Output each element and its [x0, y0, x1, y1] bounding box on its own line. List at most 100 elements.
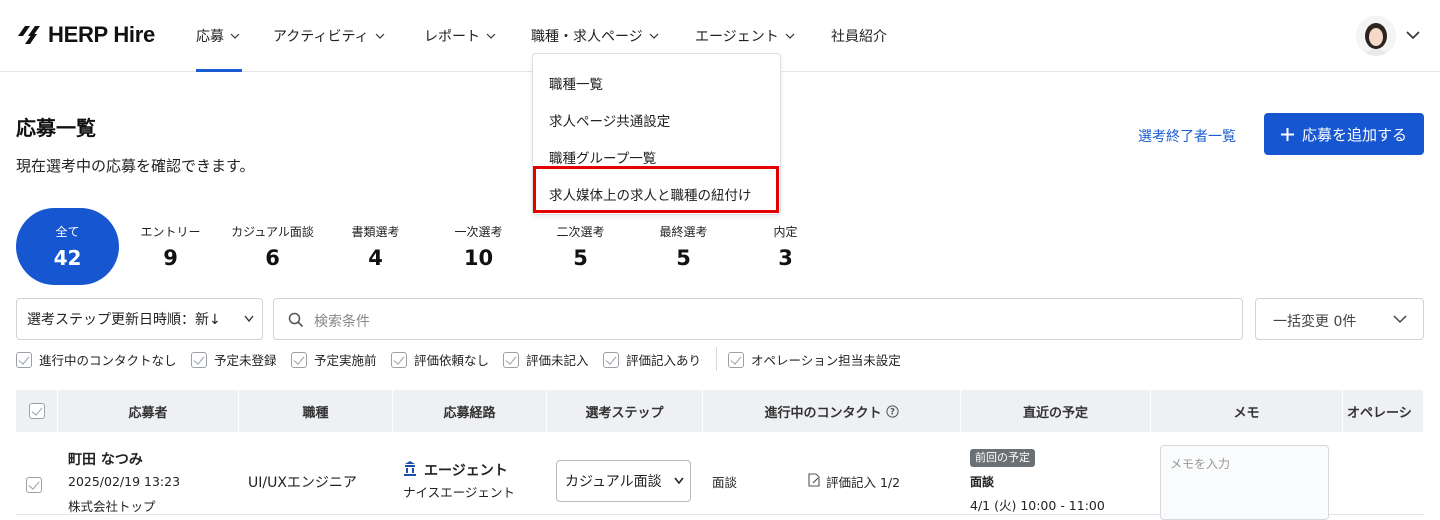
col-job[interactable]: 職種 [239, 390, 393, 432]
stage-second[interactable]: 二次選考 5 [529, 208, 632, 285]
job-name: UI/UXエンジニア [248, 475, 357, 491]
search-icon [288, 312, 304, 328]
divider [716, 347, 717, 371]
filter-label: 評価依頼なし [414, 353, 490, 368]
chevron-down-icon [674, 477, 684, 485]
filter-no-eval-request[interactable]: 評価依頼なし [391, 350, 489, 369]
stage-entry[interactable]: エントリー 9 [119, 208, 222, 285]
stage-count: 10 [463, 246, 494, 270]
bulk-change-select[interactable]: 一括変更 0件 [1255, 298, 1424, 340]
chevron-down-icon [1393, 315, 1407, 324]
agent-icon [404, 461, 416, 476]
chevron-down-icon [244, 315, 254, 323]
memo-input[interactable]: メモを入力 [1160, 445, 1329, 520]
nav-label: 職種・求人ページ [531, 29, 643, 45]
filter-label: 評価未記入 [526, 353, 589, 368]
herp-logo-icon [18, 26, 40, 44]
filter-eval-not-entered[interactable]: 評価未記入 [503, 350, 589, 369]
menu-item-job-page-settings[interactable]: 求人ページ共通設定 [549, 110, 670, 130]
sort-select[interactable]: 選考ステップ更新日時順：新↓ [16, 298, 263, 340]
account-chevron-icon[interactable] [1406, 30, 1420, 40]
filter-before-schedule[interactable]: 予定実施前 [291, 350, 377, 369]
stage-count: 5 [573, 246, 588, 270]
chevron-down-icon [230, 33, 240, 39]
stage-final[interactable]: 最終選考 5 [632, 208, 735, 285]
checkbox[interactable] [16, 351, 32, 368]
help-icon[interactable]: ? [885, 404, 899, 418]
checkbox[interactable] [728, 351, 744, 368]
checkbox[interactable] [191, 351, 207, 368]
nav-applications[interactable]: 応募 [196, 26, 240, 46]
select-all-cell [16, 390, 58, 432]
stage-count: 42 [53, 246, 82, 270]
checkbox[interactable] [391, 351, 407, 368]
stage-count: 9 [163, 246, 178, 270]
row-checkbox[interactable] [26, 477, 42, 493]
applicant-name[interactable]: 町田 なつみ [68, 449, 143, 469]
applicant-datetime: 2025/02/19 13:23 [68, 474, 181, 489]
svg-text:?: ? [890, 407, 895, 417]
col-route[interactable]: 応募経路 [393, 390, 547, 432]
chevron-down-icon [486, 33, 496, 39]
step-select[interactable]: カジュアル面談 [556, 460, 691, 502]
nav-activity[interactable]: アクティビティ [273, 26, 385, 46]
route-sub: ナイスエージェント [403, 485, 515, 500]
add-button-label: 応募を追加する [1301, 125, 1407, 144]
col-applicant[interactable]: 応募者 [58, 390, 239, 432]
select-all-checkbox[interactable] [28, 403, 45, 419]
app-logo[interactable]: HERP Hire [16, 22, 155, 48]
filter-no-operator[interactable]: オペレーション担当未設定 [728, 350, 901, 369]
stage-count: 4 [368, 246, 383, 270]
checkbox[interactable] [291, 351, 307, 368]
bulk-change-label: 一括変更 0件 [1273, 314, 1357, 330]
nav-agent[interactable]: エージェント [695, 26, 795, 46]
stage-count: 3 [778, 246, 793, 270]
filter-eval-entered[interactable]: 評価記入あり [603, 350, 701, 369]
filter-label: オペレーション担当未設定 [751, 353, 901, 368]
nav-jobs[interactable]: 職種・求人ページ [531, 26, 659, 46]
evaluation-status[interactable]: 評価記入 1/2 [826, 472, 900, 491]
col-operator[interactable]: オペレーシ [1343, 390, 1424, 432]
logo-text: HERP Hire [48, 22, 155, 47]
finished-applicants-link[interactable]: 選考終了者一覧 [1138, 126, 1236, 146]
col-memo[interactable]: メモ [1151, 390, 1343, 432]
nav-label: レポート [424, 29, 480, 45]
filter-label: 評価記入あり [626, 353, 702, 368]
filter-no-contact[interactable]: 進行中のコンタクトなし [16, 350, 177, 369]
applicant-company: 株式会社トップ [68, 499, 156, 514]
search-placeholder: 検索条件 [314, 314, 370, 330]
nav-report[interactable]: レポート [424, 26, 496, 46]
sort-value: 選考ステップ更新日時順：新↓ [27, 312, 221, 328]
nav-label: アクティビティ [273, 29, 369, 45]
nav-referral[interactable]: 社員紹介 [831, 26, 887, 46]
nav-active-indicator [196, 69, 242, 72]
table-header: 応募者 職種 応募経路 選考ステップ 進行中のコンタクト ? 直近の予定 メモ … [16, 390, 1424, 432]
col-contact-label: 進行中のコンタクト [764, 405, 882, 421]
filter-no-schedule[interactable]: 予定未登録 [191, 350, 277, 369]
menu-item-job-list[interactable]: 職種一覧 [549, 73, 603, 93]
stage-offer[interactable]: 内定 3 [734, 208, 837, 285]
col-contact[interactable]: 進行中のコンタクト ? [703, 390, 961, 432]
col-step[interactable]: 選考ステップ [547, 390, 703, 432]
search-input[interactable]: 検索条件 [273, 298, 1243, 340]
nav-label: エージェント [695, 29, 779, 45]
chevron-down-icon [785, 33, 795, 39]
filter-label: 予定未登録 [214, 353, 277, 368]
memo-placeholder: メモを入力 [1170, 457, 1231, 471]
stage-all[interactable]: 全て 42 [16, 208, 119, 285]
stage-first[interactable]: 一次選考 10 [427, 208, 530, 285]
stage-casual[interactable]: カジュアル面談 6 [221, 208, 324, 285]
nav-label: 応募 [196, 29, 224, 45]
page-description: 現在選考中の応募を確認できます。 [16, 157, 255, 175]
col-schedule[interactable]: 直近の予定 [961, 390, 1151, 432]
stage-label: 全て [55, 225, 80, 239]
avatar[interactable] [1356, 16, 1396, 56]
previous-schedule-badge: 前回の予定 [970, 449, 1035, 467]
menu-item-job-group-list[interactable]: 職種グループ一覧 [549, 147, 656, 167]
checkbox[interactable] [603, 351, 619, 368]
add-application-button[interactable]: 応募を追加する [1264, 113, 1424, 155]
stage-document[interactable]: 書類選考 4 [324, 208, 427, 285]
checkbox[interactable] [503, 351, 519, 368]
filter-label: 進行中のコンタクトなし [39, 353, 177, 368]
filter-label: 予定実施前 [314, 353, 377, 368]
